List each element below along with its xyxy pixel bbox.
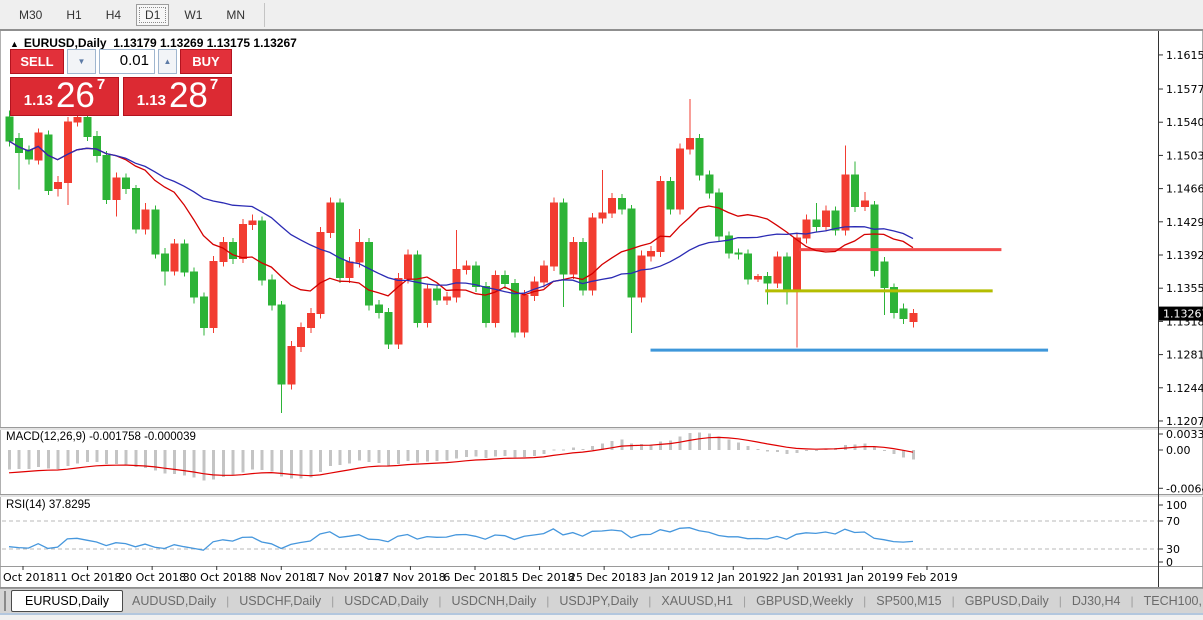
timeframe-button-mn[interactable]: MN [217,4,254,26]
svg-text:1.14290: 1.14290 [1166,216,1203,229]
sell-button[interactable]: SELL [10,49,64,74]
svg-text:30 Oct 2018: 30 Oct 2018 [183,571,251,584]
svg-text:1.13267: 1.13267 [1163,308,1203,321]
chart-tab-tech100-h1[interactable]: TECH100,H1 [1135,591,1203,611]
chart-tab-dj30-h4[interactable]: DJ30,H4 [1063,591,1130,611]
collapse-triangle-icon[interactable]: ▲ [10,39,19,49]
svg-text:1.12440: 1.12440 [1166,382,1203,395]
svg-text:1.14660: 1.14660 [1166,183,1203,196]
chart-tab-usdjpy-daily[interactable]: USDJPY,Daily [550,591,647,611]
svg-text:11 Oct 2018: 11 Oct 2018 [54,571,122,584]
buy-price-main: 28 [169,78,208,114]
svg-text:15 Dec 2018: 15 Dec 2018 [504,571,574,584]
svg-text:-0.00649: -0.00649 [1166,482,1203,495]
chart-tab-gbpusd-daily[interactable]: GBPUSD,Daily [956,591,1058,611]
svg-text:1.15400: 1.15400 [1166,116,1203,129]
volume-increase-button[interactable]: ▲ [158,49,177,74]
buy-price-pip: 7 [210,76,218,93]
statusbar [0,615,1203,620]
svg-text:1.12810: 1.12810 [1166,349,1203,362]
sell-price-prefix: 1.13 [24,92,53,109]
chart-ohlc-values: 1.13179 1.13269 1.13175 1.13267 [113,36,297,50]
chart-tab-usdcad-daily[interactable]: USDCAD,Daily [335,591,437,611]
sell-price-box[interactable]: 1.13 26 7 [10,77,119,116]
svg-text:0.003306: 0.003306 [1166,428,1203,441]
rsi-indicator-label: RSI(14) 37.8295 [6,499,90,511]
volume-input[interactable]: 0.01 [99,49,155,74]
current-price-tag: 1.13267 [1159,307,1203,321]
toolbar-separator [264,3,265,27]
timeframe-button-h4[interactable]: H4 [97,4,130,26]
svg-text:30: 30 [1166,543,1180,556]
chart-tab-bar: EURUSD,DailyAUDUSD,Daily|USDCHF,Daily|US… [0,588,1203,613]
timeframe-button-d1[interactable]: D1 [136,4,169,26]
chart-tab-audusd-daily[interactable]: AUDUSD,Daily [123,591,225,611]
volume-decrease-button[interactable]: ▼ [67,49,96,74]
one-click-trading-panel: SELL ▼ 0.01 ▲ BUY 1.13 26 7 1.13 28 7 [10,49,232,116]
chart-tab-usdchf-daily[interactable]: USDCHF,Daily [230,591,330,611]
svg-text:31 Jan 2019: 31 Jan 2019 [829,571,895,584]
svg-text:2 Oct 2018: 2 Oct 2018 [0,571,54,584]
buy-price-prefix: 1.13 [137,92,166,109]
svg-text:20 Oct 2018: 20 Oct 2018 [118,571,186,584]
svg-text:0.00: 0.00 [1166,444,1191,457]
chart-tab-usdcnh-daily[interactable]: USDCNH,Daily [442,591,545,611]
svg-text:70: 70 [1166,515,1180,528]
svg-text:17 Nov 2018: 17 Nov 2018 [311,571,381,584]
svg-text:22 Jan 2019: 22 Jan 2019 [765,571,831,584]
svg-text:100: 100 [1166,499,1187,512]
buy-price-box[interactable]: 1.13 28 7 [123,77,232,116]
timeframe-toolbar: M30 H1 H4 D1 W1 MN [0,0,1203,30]
svg-text:1.16150: 1.16150 [1166,49,1203,62]
svg-text:9 Feb 2019: 9 Feb 2019 [896,571,957,584]
sell-price-main: 26 [56,78,95,114]
svg-text:1.13920: 1.13920 [1166,249,1203,262]
svg-text:0: 0 [1166,556,1173,569]
svg-text:25 Dec 2018: 25 Dec 2018 [569,571,639,584]
svg-text:1.15030: 1.15030 [1166,149,1203,162]
timeframe-button-h1[interactable]: H1 [57,4,90,26]
chart-symbol-period: EURUSD,Daily [24,36,107,50]
timeframe-button-w1[interactable]: W1 [175,4,211,26]
svg-text:6 Dec 2018: 6 Dec 2018 [443,571,506,584]
macd-indicator-label: MACD(12,26,9) -0.001758 -0.000039 [6,431,196,443]
chart-tab-xauusd-h1[interactable]: XAUUSD,H1 [652,591,742,611]
tab-stub [4,591,6,611]
chart-tab-eurusd-daily[interactable]: EURUSD,Daily [11,590,123,612]
sell-price-pip: 7 [97,76,105,93]
svg-text:8 Nov 2018: 8 Nov 2018 [250,571,313,584]
timeframe-button-m30[interactable]: M30 [10,4,51,26]
svg-text:1.12070: 1.12070 [1166,415,1203,428]
svg-text:1.13550: 1.13550 [1166,282,1203,295]
chart-tab-sp500-m15[interactable]: SP500,M15 [867,591,950,611]
mt4-terminal: M30 H1 H4 D1 W1 MN 1.16150 1.15770 1.15400 1.150… [0,0,1203,620]
svg-text:12 Jan 2019: 12 Jan 2019 [700,571,766,584]
chart-title: ▲ EURUSD,Daily 1.13179 1.13269 1.13175 1.… [10,36,297,50]
buy-button[interactable]: BUY [180,49,232,74]
chart-tab-gbpusd-weekly[interactable]: GBPUSD,Weekly [747,591,862,611]
svg-text:27 Nov 2018: 27 Nov 2018 [375,571,445,584]
svg-text:1.15770: 1.15770 [1166,83,1203,96]
svg-text:3 Jan 2019: 3 Jan 2019 [639,571,698,584]
